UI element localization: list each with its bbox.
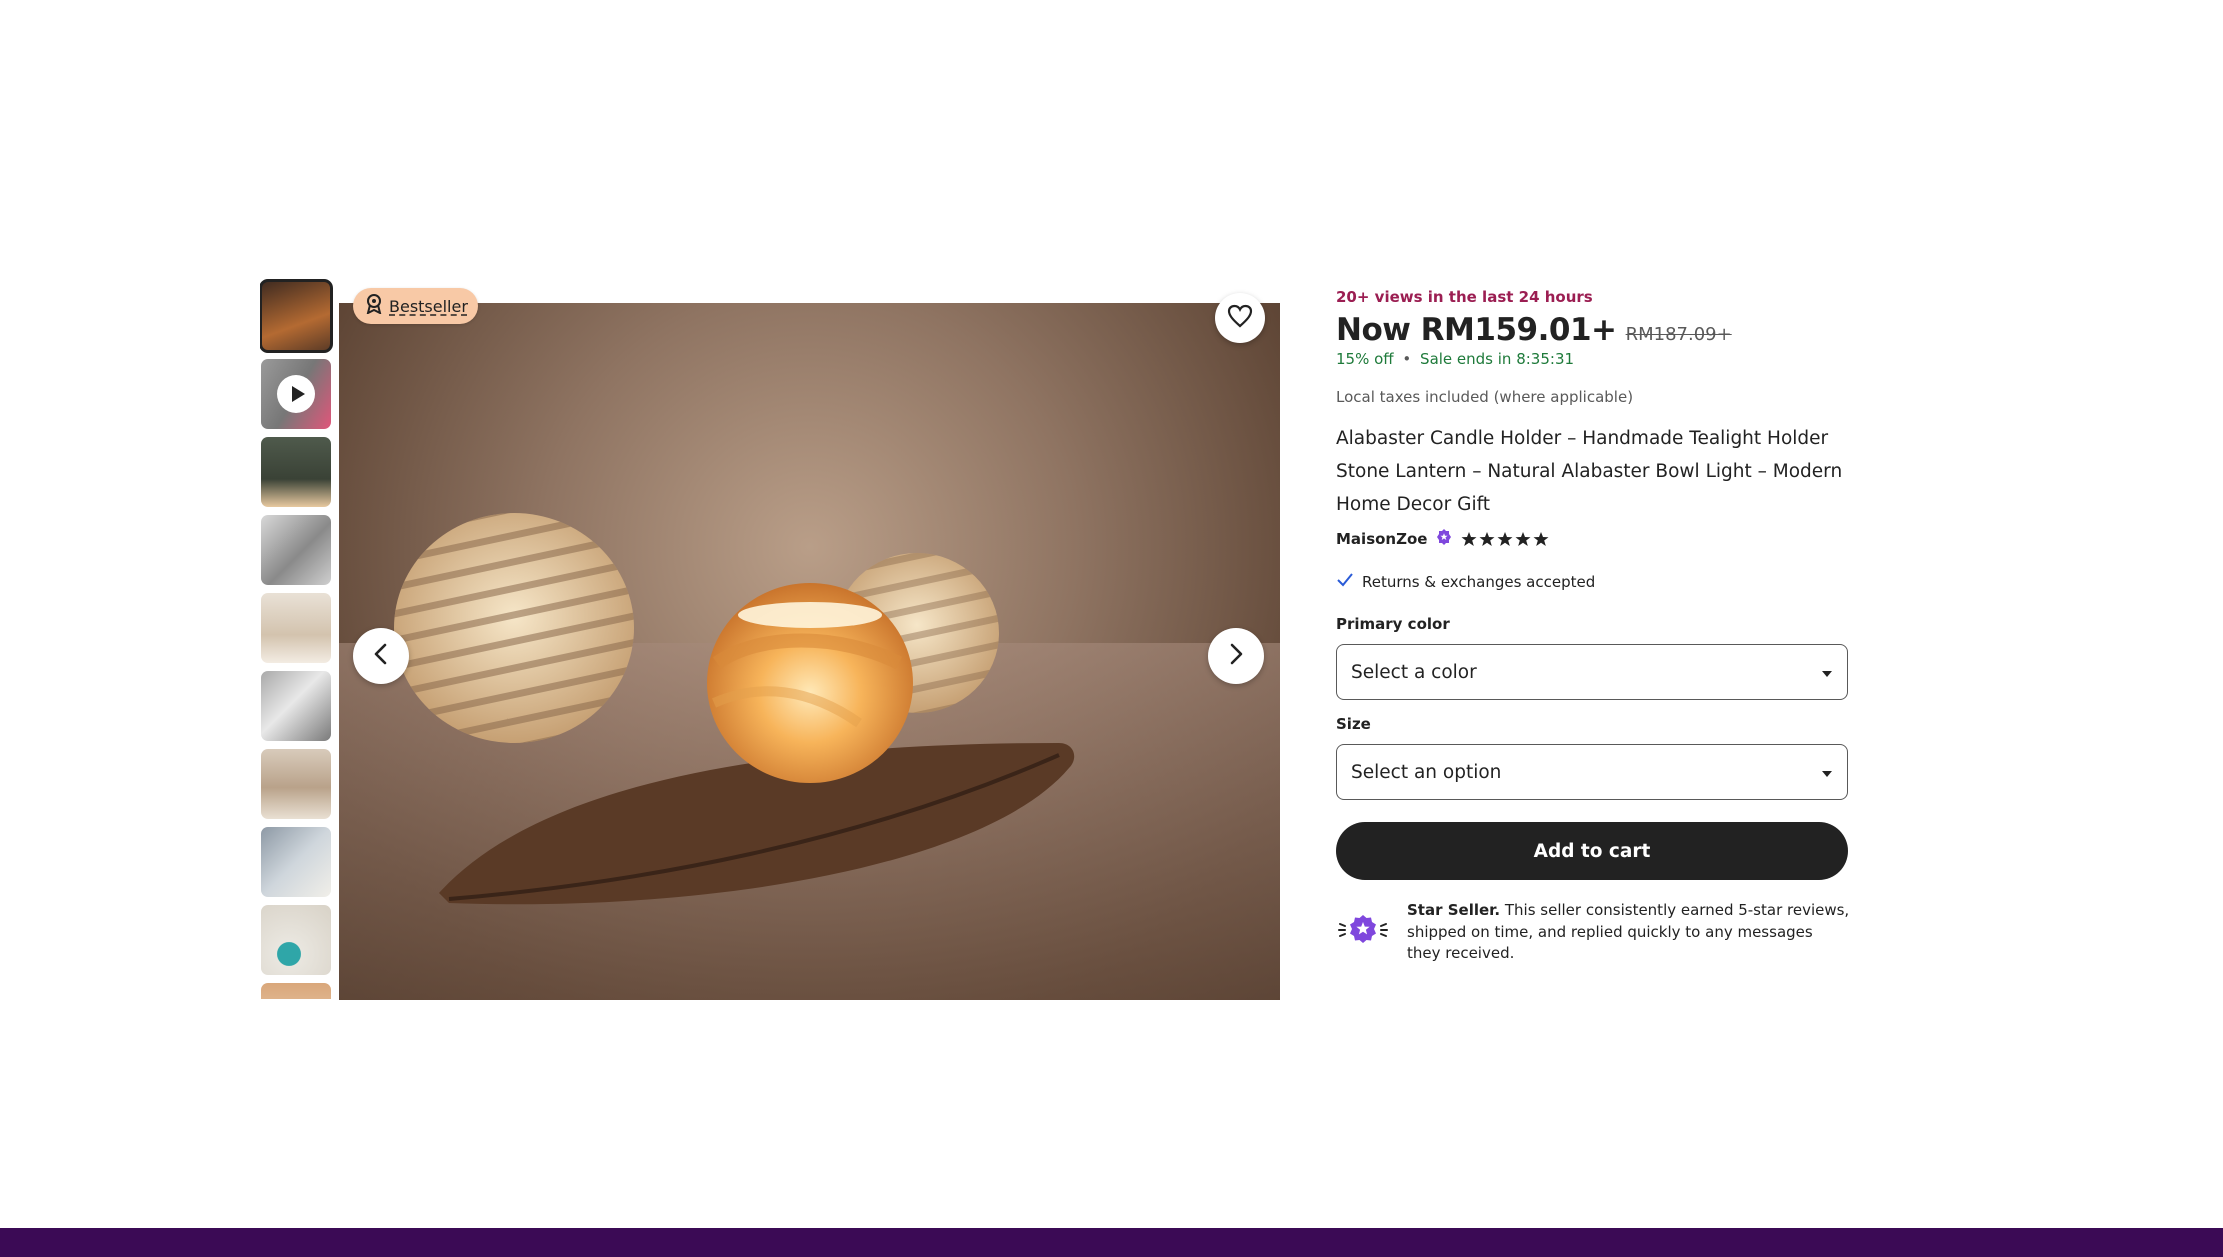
chevron-left-icon (371, 642, 391, 670)
thumbnail-video[interactable] (261, 359, 331, 429)
returns-text: Returns & exchanges accepted (1362, 573, 1596, 591)
star-seller-text: Star Seller. This seller consistently ea… (1407, 900, 1850, 965)
primary-color-select[interactable]: Select a color (1336, 644, 1848, 700)
star-seller-icon (1435, 528, 1453, 550)
star-icon (1533, 532, 1549, 546)
thumbnail-9[interactable] (261, 905, 331, 975)
thumbnail-1[interactable] (260, 279, 333, 353)
thumbnail-8[interactable] (261, 827, 331, 897)
star-icon (1461, 532, 1477, 546)
star-icon (1515, 532, 1531, 546)
star-icon (1479, 532, 1495, 546)
checkmark-icon (1336, 572, 1354, 592)
sale-info: 15% off • Sale ends in 8:35:31 (1336, 350, 1574, 368)
award-icon (365, 294, 383, 318)
product-title: Alabaster Candle Holder – Handmade Teali… (1336, 428, 1843, 515)
size-label: Size (1336, 715, 1371, 733)
sale-countdown: Sale ends in 8:35:31 (1420, 350, 1575, 368)
primary-color-label: Primary color (1336, 615, 1450, 633)
previous-image-button[interactable] (353, 628, 409, 684)
add-to-cart-button[interactable]: Add to cart (1336, 822, 1848, 880)
thumbnail-3[interactable] (261, 437, 331, 507)
favorite-button[interactable] (1215, 293, 1265, 343)
next-image-button[interactable] (1208, 628, 1264, 684)
thumbnail-list (260, 279, 333, 999)
discount-percent: 15% off (1336, 350, 1394, 368)
size-select[interactable]: Select an option (1336, 744, 1848, 800)
price-row: Now RM159.01+ RM187.09+ (1336, 312, 1732, 348)
rating-stars[interactable] (1461, 531, 1549, 547)
star-icon (1497, 532, 1513, 546)
star-seller-badge-icon (1336, 912, 1390, 952)
play-icon (277, 375, 315, 413)
original-price: RM187.09+ (1625, 324, 1732, 345)
caret-down-icon (1821, 662, 1833, 683)
caret-down-icon (1821, 762, 1833, 783)
views-count: 20+ views in the last 24 hours (1336, 288, 1593, 306)
seller-info: MaisonZoe (1336, 528, 1549, 550)
bestseller-badge[interactable]: Bestseller (353, 288, 478, 324)
thumbnail-10[interactable] (261, 983, 331, 999)
footer-bar (0, 1228, 2223, 1257)
separator-dot: • (1402, 350, 1412, 368)
main-product-image[interactable] (339, 303, 1280, 1000)
current-price: Now RM159.01+ (1336, 312, 1617, 348)
chevron-right-icon (1226, 642, 1246, 670)
returns-info: Returns & exchanges accepted (1336, 572, 1595, 592)
primary-color-value: Select a color (1351, 661, 1477, 683)
taxes-note: Local taxes included (where applicable) (1336, 388, 1634, 406)
candle-holders-photo (339, 513, 1280, 1000)
thumbnail-7[interactable] (261, 749, 331, 819)
size-value: Select an option (1351, 761, 1502, 783)
seller-name-link[interactable]: MaisonZoe (1336, 530, 1427, 548)
thumbnail-5[interactable] (261, 593, 331, 663)
star-seller-title: Star Seller. (1407, 901, 1501, 919)
heart-icon (1227, 304, 1253, 332)
thumbnail-6[interactable] (261, 671, 331, 741)
thumbnail-4[interactable] (261, 515, 331, 585)
bestseller-label: Bestseller (389, 296, 468, 316)
